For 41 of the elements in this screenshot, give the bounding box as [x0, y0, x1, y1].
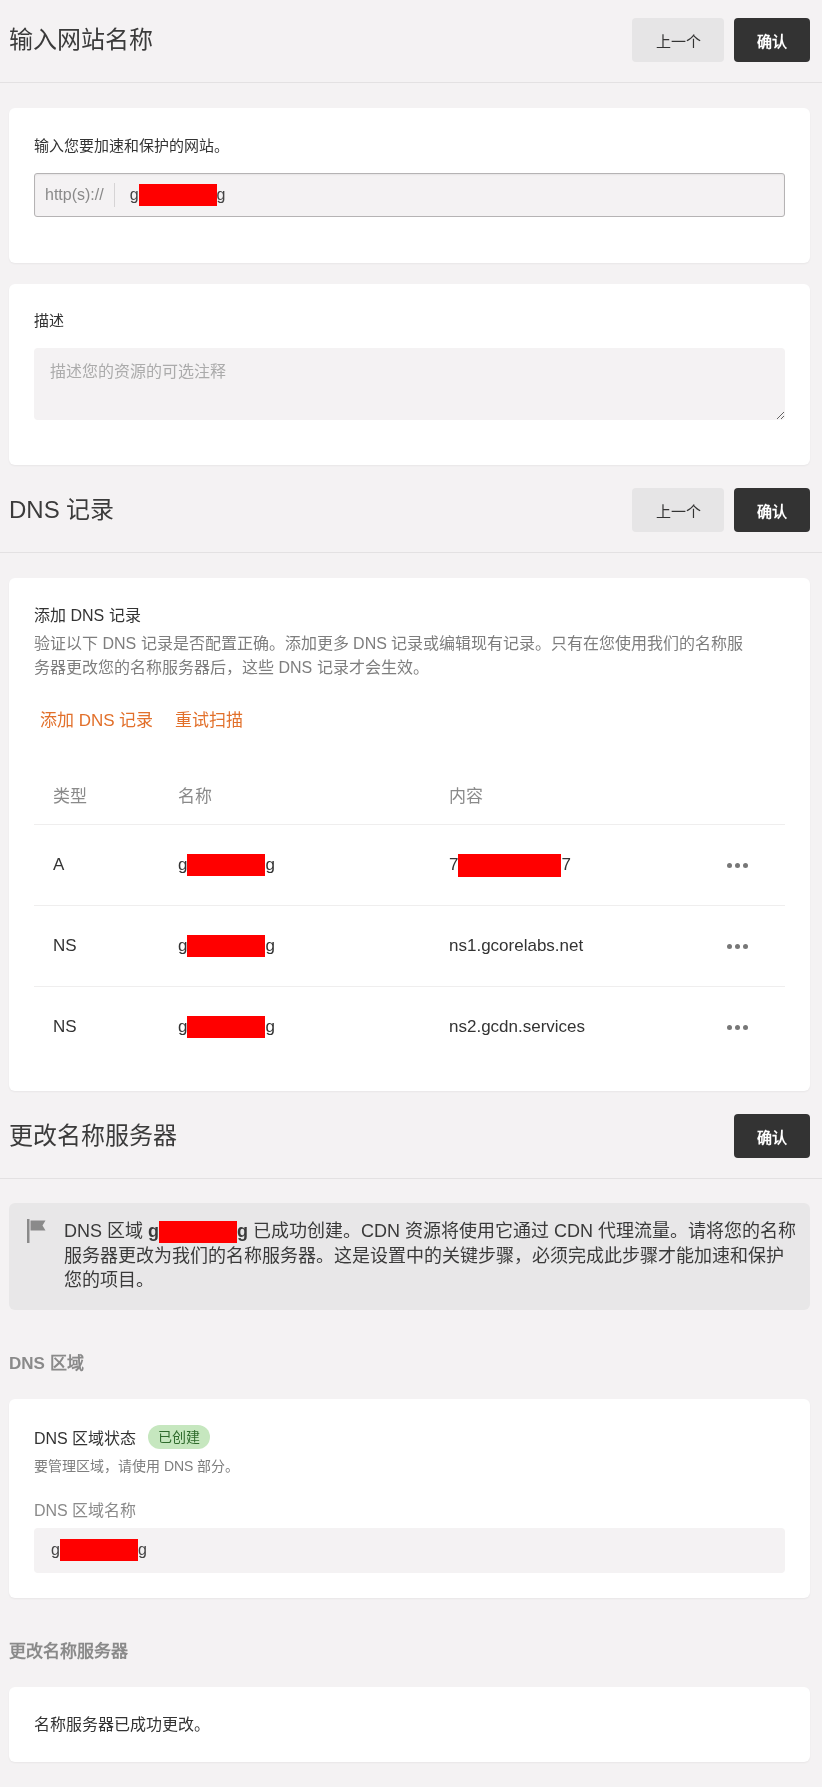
confirm-button[interactable]: 确认: [734, 18, 810, 62]
section-title: 更改名称服务器: [9, 1121, 177, 1151]
description-field[interactable]: 描述您的资源的可选注释: [34, 348, 785, 420]
card-title: 添加 DNS 记录: [34, 606, 142, 626]
table-cell-text: g g: [177, 1016, 276, 1038]
section-heading: DNS 区域: [9, 1352, 85, 1375]
alert-message: DNS 区域 g g 已成功创建。CDN 资源将使用它通过 CDN 代理流量。请将您的名称服务器更改为我们的名称服务器。这是设置中的关键步骤，必须完成此步骤才能加速和保护您的项目。: [64, 1220, 797, 1292]
column-header: 内容: [448, 785, 484, 807]
success-message: 名称服务器已成功更改。: [34, 1714, 211, 1735]
field-label: 输入您要加速和保护的网站。: [34, 136, 230, 156]
field-label: DNS 区域名称: [34, 1500, 138, 1521]
table-cell-text: g g: [177, 935, 276, 957]
more-icon[interactable]: [727, 1024, 748, 1030]
url-prefix: http(s)://: [45, 186, 104, 204]
hint-text: 要管理区域，请使用 DNS 部分。: [34, 1456, 241, 1476]
url-value[interactable]: g g: [129, 184, 226, 206]
field-label: 描述: [34, 311, 65, 331]
table-cell-text: ns1.gcorelabs.net: [448, 936, 585, 956]
flag-icon: [27, 1219, 46, 1243]
table-cell: 7 7: [430, 853, 709, 877]
previous-button[interactable]: 上一个: [632, 488, 724, 532]
table-cell-text: ns2.gcdn.services: [448, 1017, 587, 1037]
section-title: DNS 记录: [9, 495, 115, 525]
section-title: 输入网站名称: [9, 25, 153, 55]
table-cell-text: A: [52, 855, 66, 875]
table-cell-text: NS: [52, 1017, 78, 1037]
card-description: 验证以下 DNS 记录是否配置正确。添加更多 DNS 记录或编辑现有记录。只有在您使用我们的名称服务器更改您的名称服务器后，这些 DNS 记录才会生效。: [34, 634, 745, 678]
previous-button[interactable]: 上一个: [632, 18, 724, 62]
status-badge: 已创建: [148, 1424, 211, 1449]
confirm-button[interactable]: 确认: [734, 488, 810, 532]
more-icon[interactable]: [727, 862, 748, 868]
table-cell-text: g g: [177, 854, 276, 876]
column-header: 类型: [52, 785, 88, 807]
table-cell-text: NS: [52, 936, 78, 956]
zone-name-field[interactable]: g g: [34, 1527, 785, 1573]
column-header: 名称: [177, 785, 213, 807]
status-label: DNS 区域状态: [34, 1428, 137, 1449]
confirm-button[interactable]: 确认: [734, 1114, 810, 1158]
url-field[interactable]: http(s):// g g: [34, 173, 785, 217]
section-heading: 更改名称服务器: [9, 1640, 129, 1663]
more-icon[interactable]: [727, 943, 748, 949]
